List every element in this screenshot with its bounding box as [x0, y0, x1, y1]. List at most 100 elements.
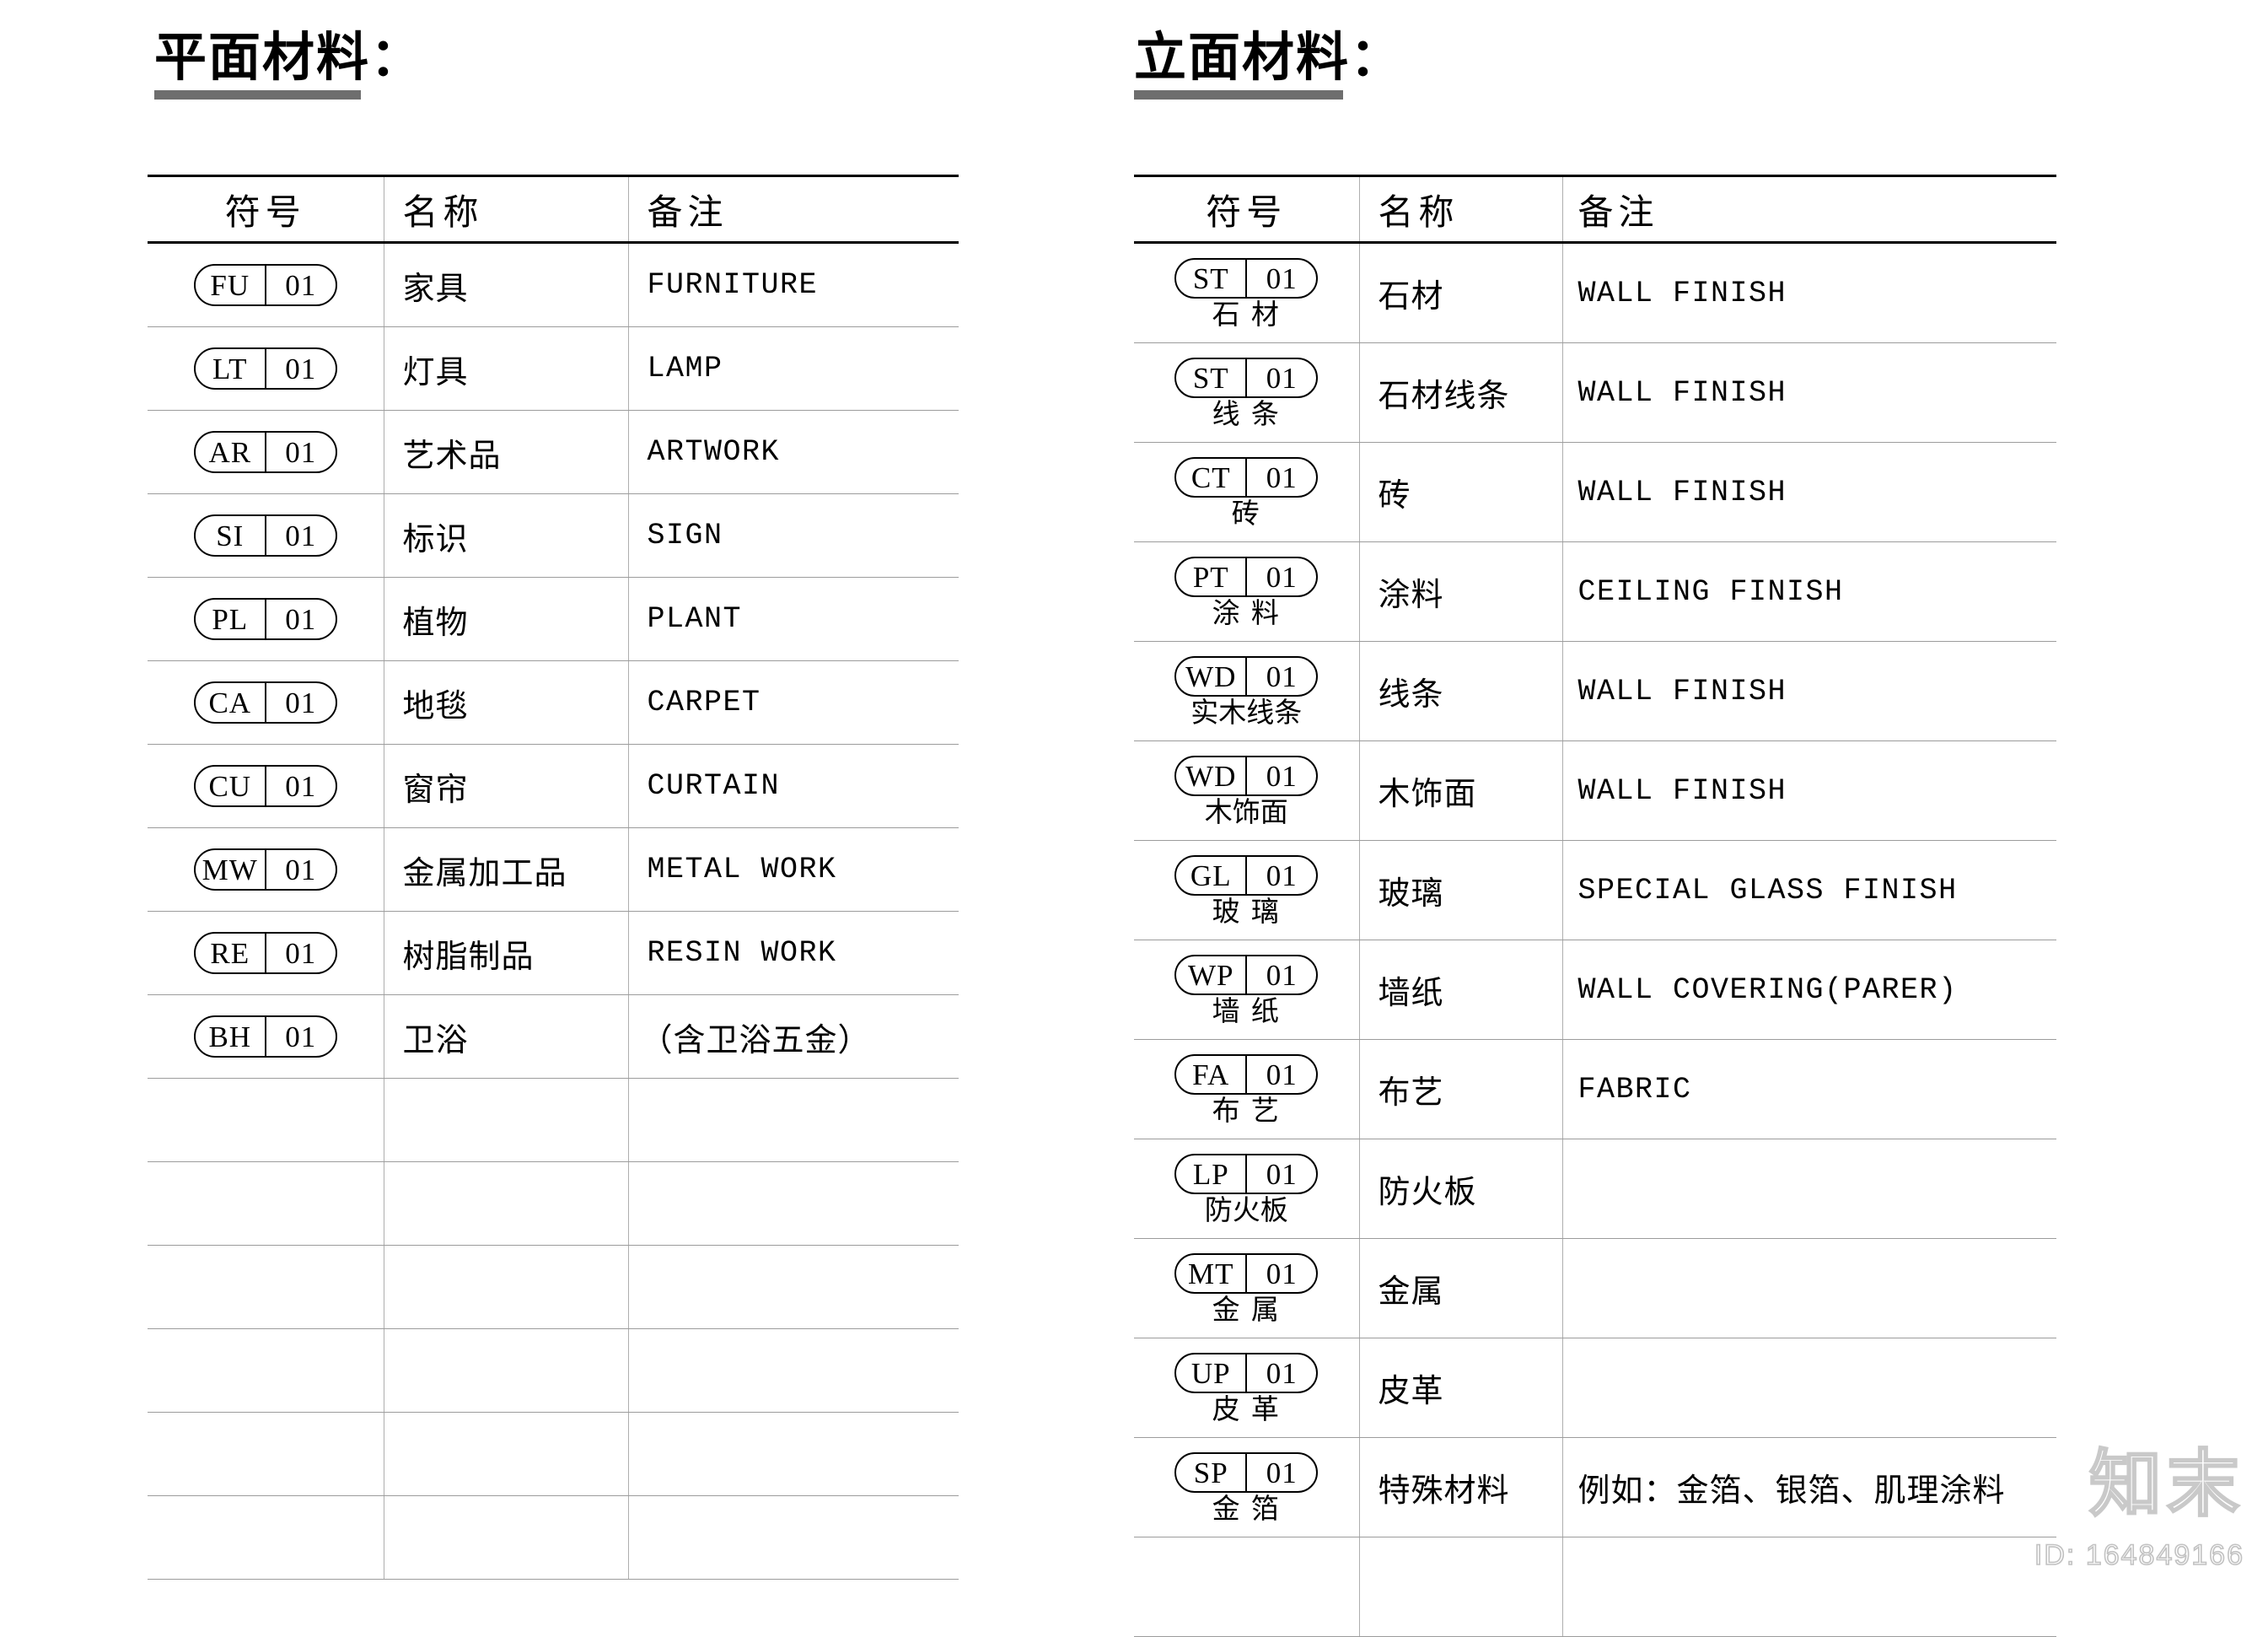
code-sublabel: 砖 — [1231, 498, 1261, 529]
code-pill: CA 01 — [193, 681, 337, 724]
cell-symbol: WD 01 木饰面 — [1134, 740, 1360, 841]
cell-symbol: MW 01 — [148, 827, 384, 912]
cell-name: 涂料 — [1358, 541, 1563, 642]
table-row-empty — [148, 1078, 959, 1162]
material-code-symbol: MW 01 — [193, 848, 337, 891]
code-number: 01 — [285, 1020, 317, 1053]
cell-empty — [1358, 1537, 1563, 1637]
table-row: LT 01 灯具 LAMP — [148, 326, 959, 411]
cell-name: 灯具 — [383, 326, 629, 411]
cell-name: 地毯 — [383, 660, 629, 745]
cell-name: 石材 — [1358, 242, 1563, 343]
elevation-title-block: 立面材料： — [1134, 30, 1404, 100]
code-pill: FU 01 — [193, 264, 337, 306]
cell-name: 布艺 — [1358, 1039, 1563, 1139]
code-sublabel: 金 属 — [1212, 1294, 1281, 1325]
cell-empty — [627, 1245, 959, 1329]
material-code-symbol: AR 01 — [193, 431, 337, 473]
material-code-symbol: GL 01 玻 璃 — [1174, 855, 1319, 925]
cell-name: 标识 — [383, 493, 629, 578]
code-prefix: SI — [196, 516, 266, 555]
material-code-symbol: WD 01 木饰面 — [1174, 756, 1319, 826]
cell-symbol: LP 01 防火板 — [1134, 1139, 1360, 1239]
cell-symbol: RE 01 — [148, 911, 384, 995]
material-code-symbol: MT 01 金 属 — [1174, 1253, 1319, 1325]
code-number: 01 — [285, 268, 317, 302]
code-number: 01 — [285, 936, 317, 970]
code-pill: WP 01 — [1174, 955, 1319, 995]
cell-note — [1561, 1338, 2056, 1438]
code-prefix: PL — [196, 600, 266, 638]
material-code-symbol: FA 01 布 艺 — [1174, 1054, 1319, 1124]
code-prefix: CU — [196, 767, 266, 805]
elevation-materials-table: 符号 名称 备注 ST 01 石 材石材 WALL FINISH ST 01 线 条石材线条… — [1134, 175, 2056, 1637]
code-number: 01 — [285, 435, 317, 469]
elevation-title: 立面材料： — [1134, 29, 1405, 87]
code-prefix: CA — [196, 683, 266, 722]
table-row: WD 01 实木线条 线条 WALL FINISH — [1134, 641, 2056, 741]
code-number: 01 — [1266, 261, 1298, 295]
cell-empty — [148, 1161, 384, 1246]
code-prefix: LT — [196, 349, 266, 388]
cell-empty — [383, 1495, 629, 1580]
table-row: FA 01 布 艺 布艺 FABRIC — [1134, 1039, 2056, 1139]
table-row: MT 01 金 属 金属 — [1134, 1238, 2056, 1338]
cell-name: 木饰面 — [1358, 740, 1563, 841]
cell-empty — [627, 1078, 959, 1162]
cell-name: 墙纸 — [1358, 940, 1563, 1040]
elevation-header-note: 备注 — [1561, 175, 2056, 244]
cell-symbol: PL 01 — [148, 577, 384, 661]
cell-empty — [148, 1245, 384, 1329]
code-pill: FA 01 — [1174, 1054, 1319, 1095]
code-sublabel: 石 材 — [1212, 299, 1281, 330]
cell-name: 艺术品 — [383, 410, 629, 494]
code-pill: ST 01 — [1174, 258, 1319, 299]
cell-note: WALL FINISH — [1561, 442, 2056, 542]
table-row: FU 01 家具 FURNITURE — [148, 242, 959, 327]
code-number: 01 — [1266, 361, 1298, 395]
code-prefix: UP — [1176, 1354, 1248, 1392]
material-code-symbol: UP 01 皮 革 — [1174, 1353, 1319, 1423]
plan-table-header-row: 符号 名称 备注 — [148, 175, 959, 244]
table-row: RE 01 树脂制品 RESIN WORK — [148, 911, 959, 995]
cell-name: 线条 — [1358, 641, 1563, 741]
plan-header-symbol: 符号 — [148, 175, 384, 244]
code-prefix: ST — [1176, 359, 1248, 396]
cell-empty — [383, 1412, 629, 1496]
cell-empty — [383, 1161, 629, 1246]
table-row: CA 01 地毯 CARPET — [148, 660, 959, 745]
table-row: ST 01 线 条 石材线条 WALL FINISH — [1134, 342, 2056, 443]
cell-symbol: PT 01 涂 料 — [1134, 541, 1360, 642]
cell-name: 卫浴 — [383, 994, 629, 1079]
cell-symbol: WD 01 实木线条 — [1134, 641, 1360, 741]
cell-name: 植物 — [383, 577, 629, 661]
material-code-symbol: BH 01 — [193, 1015, 337, 1058]
code-pill: LT 01 — [193, 347, 337, 390]
cell-symbol: ST 01 线 条 — [1134, 342, 1360, 443]
cell-note: WALL COVERING(PARER) — [1561, 940, 2056, 1040]
code-prefix: MW — [196, 850, 266, 889]
cell-note: （含卫浴五金） — [627, 994, 959, 1079]
code-number: 01 — [285, 602, 317, 636]
plan-title-block: 平面材料： — [154, 30, 424, 100]
cell-note: WALL FINISH — [1561, 740, 2056, 841]
table-row: WD 01 木饰面 木饰面 WALL FINISH — [1134, 740, 2056, 841]
code-number: 01 — [1266, 1157, 1298, 1191]
cell-note: FABRIC — [1561, 1039, 2056, 1139]
code-pill: WD 01 — [1174, 756, 1319, 796]
material-code-symbol: LT 01 — [193, 347, 337, 390]
cell-symbol: ST 01 石 材 — [1134, 242, 1360, 343]
table-row-empty — [1134, 1537, 2056, 1637]
cell-symbol: WP 01 墙 纸 — [1134, 940, 1360, 1040]
cell-name: 玻璃 — [1358, 840, 1563, 940]
table-row: GL 01 玻 璃 玻璃 SPECIAL GLASS FINISH — [1134, 840, 2056, 940]
table-row: PL 01 植物 PLANT — [148, 577, 959, 661]
code-prefix: MT — [1176, 1255, 1248, 1292]
cell-note: WALL FINISH — [1561, 342, 2056, 443]
code-pill: RE 01 — [193, 932, 337, 974]
code-pill: MW 01 — [193, 848, 337, 891]
cell-symbol: LT 01 — [148, 326, 384, 411]
code-sublabel: 金 箔 — [1212, 1493, 1281, 1524]
code-prefix: ST — [1176, 260, 1248, 297]
plan-header-name: 名称 — [383, 175, 629, 244]
